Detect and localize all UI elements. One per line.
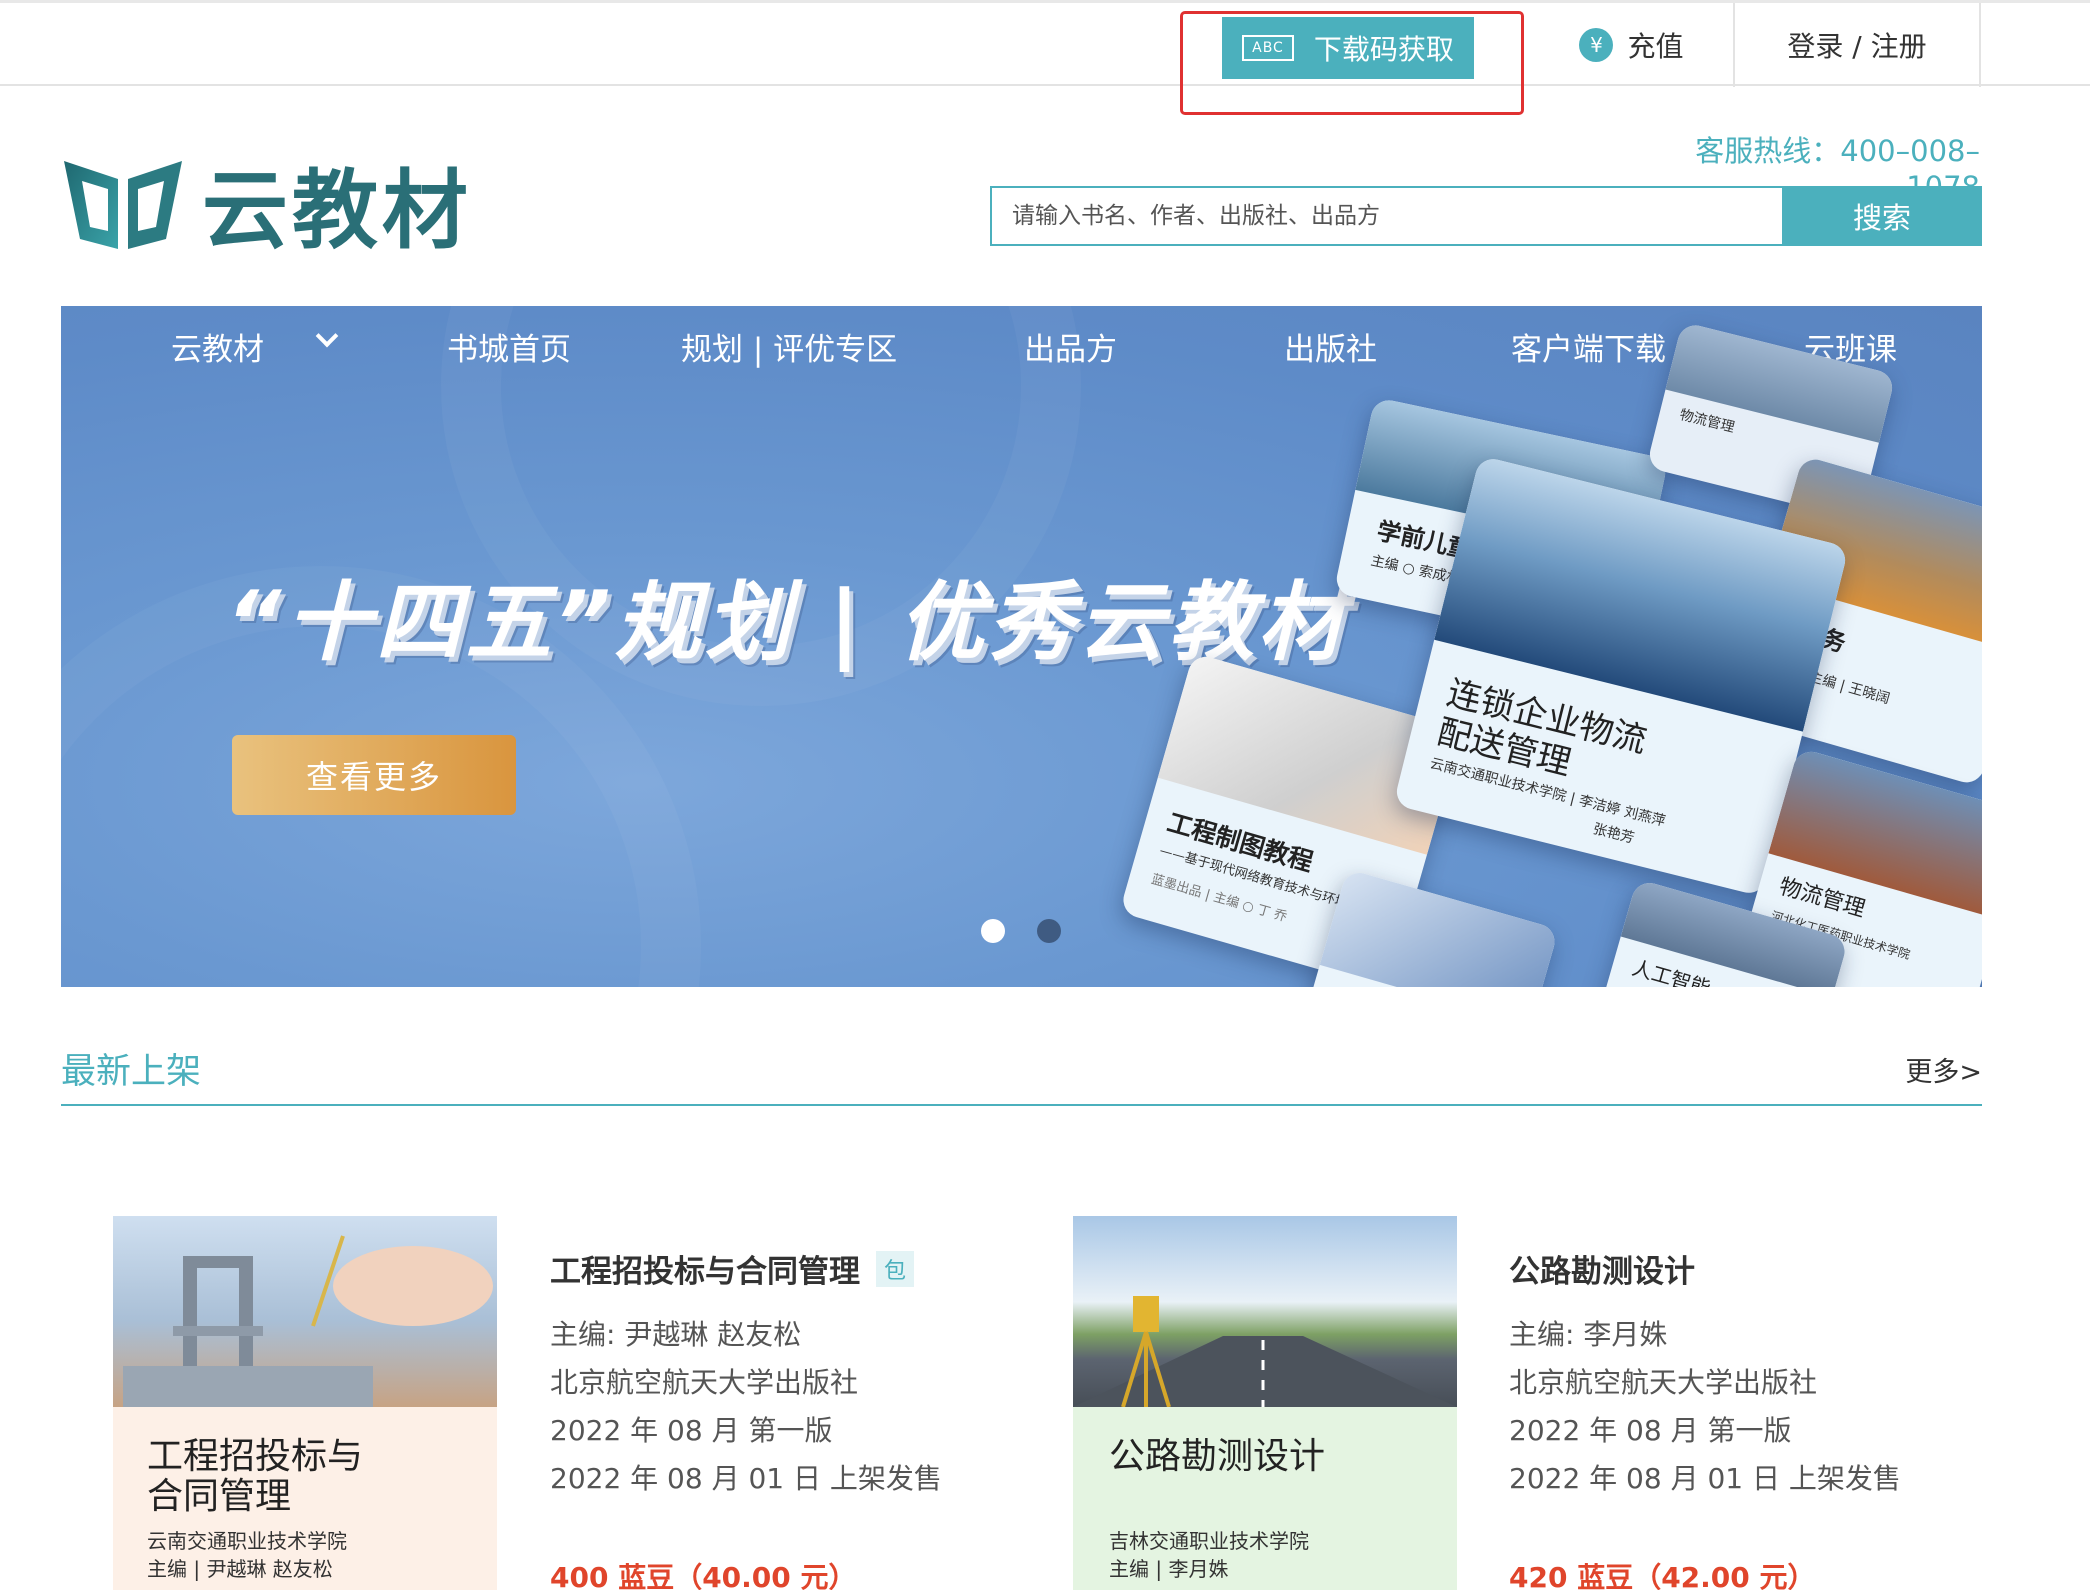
book-title-text: 公路勘测设计: [1509, 1254, 1695, 1290]
search-input[interactable]: [990, 186, 1782, 246]
highlight-box: [1180, 11, 1524, 115]
cover-text-panel: 公路勘测设计 吉林交通职业技术学院 主编 | 李月姝: [1073, 1407, 1457, 1590]
search-button[interactable]: 搜索: [1782, 186, 1982, 246]
book-editor: 主编: 李月姝: [1509, 1318, 1668, 1351]
cover-school: 吉林交通职业技术学院: [1109, 1529, 1309, 1553]
book-price: 420 蓝豆（42.00 元）: [1509, 1561, 1816, 1590]
cover-title-line2: 合同管理: [147, 1476, 292, 1517]
cover-title-line1: 公路勘测设计: [1109, 1436, 1326, 1477]
chevron-down-icon[interactable]: [315, 324, 339, 348]
cover-school: 云南交通职业技术学院: [147, 1529, 347, 1553]
more-link[interactable]: 更多>: [1880, 1050, 1982, 1089]
nav-item-cloud-textbook[interactable]: 云教材: [171, 324, 264, 369]
carousel-dot-2[interactable]: [1037, 919, 1061, 943]
yen-icon: ¥: [1579, 28, 1614, 62]
recharge-link[interactable]: ¥ 充值: [1530, 3, 1733, 87]
package-badge: 包: [876, 1250, 915, 1287]
login-register-link[interactable]: 登录 / 注册: [1733, 3, 1981, 87]
cover-text-panel: 工程招投标与 合同管理 云南交通职业技术学院 主编 | 尹越琳 赵友松: [113, 1407, 497, 1590]
book-publisher: 北京航空航天大学出版社: [1509, 1366, 1818, 1399]
section-divider: [61, 1104, 1982, 1106]
cover-photo: [1073, 1216, 1457, 1408]
book-edition: 2022 年 08 月 第一版: [1509, 1414, 1792, 1447]
book-editor: 主编: 尹越琳 赵友松: [550, 1318, 802, 1351]
top-bar: ABC 下载码获取 ¥ 充值 登录 / 注册: [0, 0, 2090, 115]
book-release-date: 2022 年 08 月 01 日 上架发售: [550, 1462, 942, 1495]
card-photo: [1319, 868, 1559, 987]
book-release-date: 2022 年 08 月 01 日 上架发售: [1509, 1462, 1901, 1495]
search-bar: 搜索: [990, 186, 1982, 246]
logo-text: 云教材: [202, 161, 472, 261]
book-info: 工程招投标与合同管理 包 主编: 尹越琳 赵友松 北京航空航天大学出版社 202…: [550, 1246, 942, 1495]
road-illustration: [1073, 1296, 1457, 1408]
cover-editor: 主编 | 尹越琳 赵友松: [147, 1557, 333, 1581]
banner-title: “十四五”规划 | 优秀云教材: [226, 573, 1349, 673]
book-cover[interactable]: 工程招投标与 合同管理 云南交通职业技术学院 主编 | 尹越琳 赵友松: [113, 1216, 497, 1590]
recharge-label: 充值: [1627, 30, 1684, 63]
book-cover[interactable]: 公路勘测设计 吉林交通职业技术学院 主编 | 李月姝: [1073, 1216, 1457, 1590]
nav-item-planning-awards[interactable]: 规划 | 评优专区: [681, 324, 897, 369]
nav-item-bookstore-home[interactable]: 书城首页: [447, 324, 571, 369]
nav-item-client-download[interactable]: 客户端下载: [1511, 324, 1666, 369]
bridge-illustration: [123, 1235, 493, 1407]
carousel-dot-1[interactable]: [981, 919, 1005, 943]
book-title[interactable]: 工程招投标与合同管理 包: [550, 1246, 942, 1291]
book-edition: 2022 年 08 月 第一版: [550, 1414, 833, 1447]
nav-item-producers[interactable]: 出品方: [1024, 324, 1117, 369]
cover-editor: 主编 | 李月姝: [1109, 1557, 1229, 1581]
book-info: 公路勘测设计 主编: 李月姝 北京航空航天大学出版社 2022 年 08 月 第…: [1509, 1246, 1901, 1495]
nav-item-publishers[interactable]: 出版社: [1284, 324, 1377, 369]
banner-book-card: [1303, 868, 1559, 987]
hero-banner[interactable]: 云教材 书城首页 规划 | 评优专区 出品方 出版社 客户端下载 云班课 “十四…: [61, 306, 1982, 987]
book-price: 400 蓝豆（40.00 元）: [550, 1561, 857, 1590]
view-more-button[interactable]: 查看更多: [232, 735, 516, 815]
book-title-text: 工程招投标与合同管理: [550, 1254, 860, 1290]
section-title-new-arrivals: 最新上架: [61, 1052, 202, 1092]
cover-title-line1: 工程招投标与: [147, 1436, 364, 1477]
book-title[interactable]: 公路勘测设计: [1509, 1246, 1901, 1291]
site-logo[interactable]: 云教材: [60, 140, 472, 265]
open-book-logo-icon: [64, 160, 182, 249]
cover-photo: [113, 1216, 497, 1407]
book-publisher: 北京航空航天大学出版社: [550, 1366, 859, 1399]
card-title: 物流管理: [1677, 406, 1737, 437]
